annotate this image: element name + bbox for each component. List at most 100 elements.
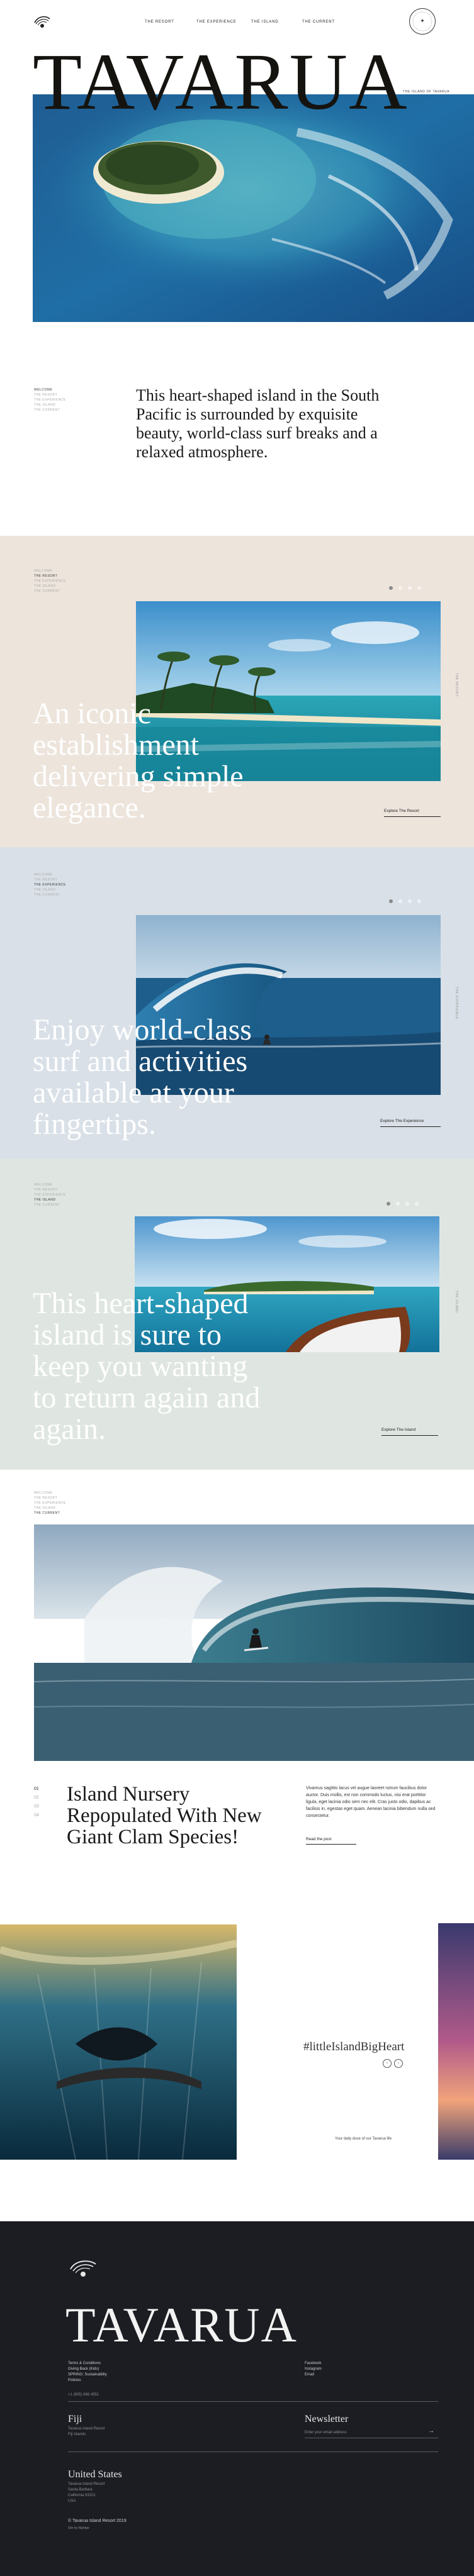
menu-item-current[interactable]: The Current — [34, 892, 66, 897]
explore-resort-link[interactable]: Explore The Resort — [384, 809, 419, 813]
nav-the-island[interactable]: THE ISLAND — [251, 20, 278, 24]
menu-item-island[interactable]: The Island — [34, 1506, 66, 1511]
seal-badge-button[interactable]: ✦ — [409, 8, 436, 35]
island-headline: This heart-shaped island is sure to keep… — [33, 1287, 261, 1446]
menu-item-welcome[interactable]: Welcome — [34, 1182, 66, 1187]
pager-item[interactable]: 02 — [34, 1794, 39, 1802]
menu-item-experience[interactable]: The Experience — [34, 1501, 66, 1506]
carousel-dot[interactable] — [408, 586, 412, 590]
social-instagram[interactable]: Instagram — [305, 2367, 322, 2372]
menu-item-current[interactable]: The Current — [34, 408, 66, 413]
read-underline — [306, 1844, 356, 1845]
nav-the-experience[interactable]: THE EXPERIENCE — [196, 20, 237, 24]
footer-links: Terms & Conditions Giving Back (Kids) SP… — [68, 2361, 107, 2384]
island-carousel-dots — [387, 1197, 424, 1206]
newsletter-heading: Newsletter — [305, 2414, 349, 2424]
article-title[interactable]: Island Nursery Repopulated With New Gian… — [67, 1784, 274, 1848]
menu-item-resort[interactable]: The Resort — [34, 877, 66, 882]
instagram-sunset-image[interactable] — [438, 1923, 474, 2160]
menu-item-resort[interactable]: The Resort — [34, 574, 66, 579]
carousel-dot[interactable] — [396, 1202, 400, 1206]
explore-underline — [381, 1435, 438, 1436]
main-nav: THE RESORT THE EXPERIENCE THE ISLAND THE… — [0, 20, 474, 28]
carousel-dot[interactable] — [417, 586, 421, 590]
menu-item-current[interactable]: The Current — [34, 1511, 66, 1516]
menu-item-welcome[interactable]: Welcome — [34, 569, 66, 574]
hero-caption: The Island of Tavarua — [403, 90, 450, 94]
menu-item-resort[interactable]: The Resort — [34, 392, 66, 397]
pager-item[interactable]: 01 — [34, 1785, 39, 1794]
footer-credits[interactable]: Site by Nightjar — [68, 2526, 89, 2531]
carousel-dot[interactable] — [398, 899, 402, 903]
resort-vertical-label: The Resort — [454, 673, 458, 697]
footer-phone[interactable]: +1 (805) 686 4551 — [68, 2392, 99, 2398]
footer-link-policies[interactable]: Policies — [68, 2378, 107, 2384]
footer-link-spring[interactable]: SPRING: Sustainability — [68, 2372, 107, 2378]
nav-the-current[interactable]: THE CURRENT — [302, 20, 335, 24]
instagram-caption: Your daily dose of our Tavarua life — [335, 2137, 392, 2141]
hero-title: TAVARUA — [33, 37, 409, 126]
carousel-dot[interactable] — [389, 586, 393, 590]
explore-island-link[interactable]: Explore The Island — [381, 1428, 415, 1432]
article-excerpt: Vivamus sagittis lacus vel augue laoreet… — [306, 1786, 436, 1818]
menu-item-welcome[interactable]: Welcome — [34, 387, 66, 392]
menu-item-experience[interactable]: The Experience — [34, 1192, 66, 1197]
menu-item-current[interactable]: The Current — [34, 589, 66, 594]
pager-item[interactable]: 04 — [34, 1811, 39, 1820]
footer-fiji-address: Tavarua Island Resort Fiji Islands — [68, 2426, 104, 2438]
footer-link-giving-back[interactable]: Giving Back (Kids) — [68, 2367, 107, 2372]
pager-item[interactable]: 03 — [34, 1802, 39, 1811]
social-email[interactable]: Email — [305, 2372, 322, 2378]
menu-item-island[interactable]: The Island — [34, 402, 66, 408]
menu-item-resort[interactable]: The Resort — [34, 1496, 66, 1501]
carousel-dot[interactable] — [405, 1202, 409, 1206]
featured-barrel-image[interactable] — [34, 1524, 474, 1761]
instagram-hashtag[interactable]: #littleIslandBigHeart — [303, 2040, 404, 2054]
carousel-dot[interactable] — [387, 1202, 390, 1206]
read-the-post-link[interactable]: Read the post — [306, 1837, 331, 1841]
instagram-underwater-image[interactable] — [0, 1924, 237, 2160]
menu-item-welcome[interactable]: Welcome — [34, 872, 66, 877]
menu-item-experience[interactable]: The Experience — [34, 579, 66, 584]
address-line: Tavarua Island Resort — [68, 2482, 105, 2486]
menu-item-welcome[interactable]: Welcome — [34, 1491, 66, 1496]
carousel-dot[interactable] — [389, 899, 393, 903]
explore-experience-link[interactable]: Explore The Experience — [380, 1119, 424, 1123]
intro-text: This heart-shaped island in the South Pa… — [136, 386, 380, 461]
menu-item-island[interactable]: The Island — [34, 887, 66, 892]
instagram-prev-icon[interactable]: ‹ — [383, 2059, 392, 2068]
social-facebook[interactable]: Facebook — [305, 2361, 322, 2367]
resort-carousel-dots — [389, 582, 427, 590]
menu-item-current[interactable]: The Current — [34, 1202, 66, 1208]
menu-item-resort[interactable]: The Resort — [34, 1187, 66, 1192]
newsletter-submit-arrow-icon[interactable]: → — [428, 2428, 434, 2434]
footer-link-terms[interactable]: Terms & Conditions — [68, 2361, 107, 2367]
nav-the-resort[interactable]: THE RESORT — [145, 20, 174, 24]
footer-divider — [68, 2401, 438, 2402]
hero-island-image — [33, 94, 474, 322]
carousel-dot[interactable] — [398, 586, 402, 590]
panel-experience: Welcome The Resort The Experience The Is… — [0, 847, 474, 1158]
menu-item-island[interactable]: The Island — [34, 584, 66, 589]
panel-resort: Welcome The Resort The Experience The Is… — [0, 536, 474, 847]
footer-logo-icon[interactable] — [68, 2258, 98, 2282]
address-line: California 93101 — [68, 2494, 96, 2497]
experience-side-menu: Welcome The Resort The Experience The Is… — [34, 872, 66, 897]
resort-headline: An iconic establishment delivering simpl… — [33, 697, 244, 824]
footer-fiji-heading: Fiji — [68, 2414, 82, 2424]
carousel-dot[interactable] — [417, 899, 421, 903]
island-vertical-label: The Island — [454, 1291, 458, 1313]
newsletter-email-input[interactable]: Enter your email address — [305, 2430, 347, 2436]
menu-item-experience[interactable]: The Experience — [34, 397, 66, 402]
address-line: Fiji Islands — [68, 2433, 86, 2436]
menu-item-island[interactable]: The Island — [34, 1197, 66, 1202]
carousel-dot[interactable] — [408, 899, 412, 903]
seal-star-icon: ✦ — [420, 18, 425, 24]
instagram-next-icon[interactable]: › — [394, 2059, 403, 2068]
carousel-dot[interactable] — [415, 1202, 419, 1206]
explore-underline — [384, 816, 441, 817]
experience-headline: Enjoy world-class surf and activities av… — [33, 1013, 252, 1141]
footer-divider — [68, 2451, 438, 2452]
menu-item-experience[interactable]: The Experience — [34, 882, 66, 887]
current-side-menu: Welcome The Resort The Experience The Is… — [34, 1491, 66, 1516]
